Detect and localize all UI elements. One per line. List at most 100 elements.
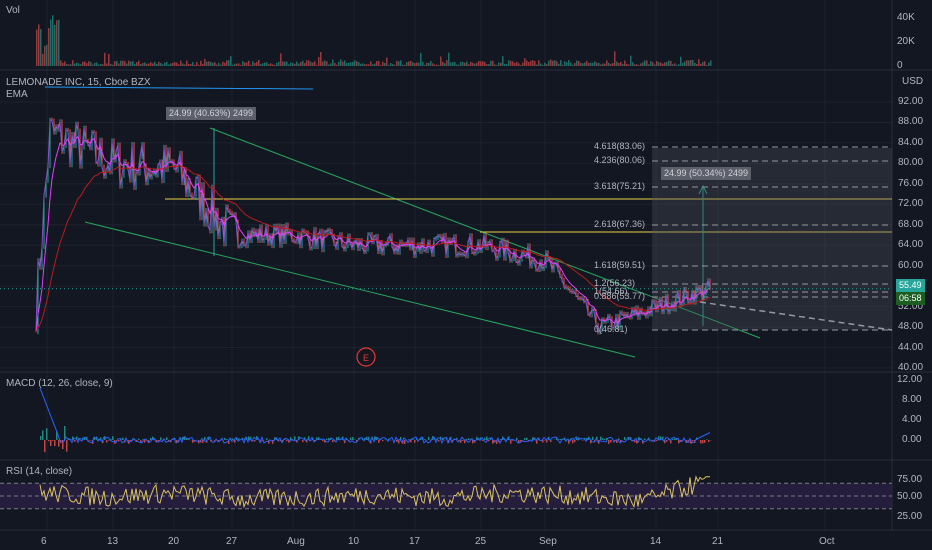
volume-bar bbox=[174, 62, 176, 66]
volume-bar bbox=[682, 62, 684, 66]
price-axis-label: 44.00 bbox=[898, 341, 924, 353]
macd-bar bbox=[122, 437, 124, 440]
volume-bar bbox=[588, 62, 590, 66]
volume-bar bbox=[282, 61, 284, 66]
macd-bar bbox=[350, 437, 352, 440]
time-axis-label: 14 bbox=[650, 536, 662, 547]
macd-bar bbox=[692, 440, 694, 442]
volume-bar bbox=[436, 64, 438, 66]
volume-bar bbox=[668, 60, 670, 66]
volume-bar bbox=[90, 61, 92, 66]
macd-bar bbox=[526, 437, 528, 440]
volume-bar bbox=[616, 61, 618, 66]
volume-bar bbox=[136, 62, 138, 66]
volume-bar bbox=[262, 63, 264, 66]
volume-bar bbox=[428, 62, 430, 66]
volume-bar bbox=[268, 64, 270, 66]
volume-bar bbox=[300, 62, 302, 66]
volume-bar bbox=[516, 61, 518, 66]
volume-bar bbox=[442, 61, 444, 66]
volume-bar bbox=[258, 60, 260, 66]
volume-bar bbox=[80, 64, 82, 66]
volume-bar bbox=[246, 62, 248, 66]
macd-title[interactable]: MACD (12, 26, close, 9) bbox=[6, 378, 113, 389]
volume-bar bbox=[222, 61, 224, 66]
volume-bar bbox=[190, 64, 192, 66]
macd-bar bbox=[48, 440, 50, 442]
macd-bar bbox=[90, 440, 92, 441]
volume-bar bbox=[700, 63, 702, 66]
macd-bar bbox=[610, 440, 612, 443]
volume-bar bbox=[454, 61, 456, 66]
volume-bar bbox=[256, 61, 258, 66]
volume-bar bbox=[188, 63, 190, 66]
volume-bar bbox=[508, 60, 510, 66]
volume-bar bbox=[36, 29, 38, 67]
fib-level-label: 3.618(75.21) bbox=[594, 181, 646, 191]
volume-bar bbox=[314, 61, 316, 66]
symbol-title[interactable]: LEMONADE INC, 15, Cboe BZX bbox=[6, 77, 151, 88]
macd-bar bbox=[378, 440, 380, 443]
macd-bar bbox=[144, 440, 146, 443]
volume-bar bbox=[618, 62, 620, 66]
volume-bar bbox=[546, 64, 548, 66]
volume-bar bbox=[504, 63, 506, 66]
earnings-marker[interactable]: E bbox=[356, 347, 376, 367]
volume-bar bbox=[264, 62, 266, 66]
volume-bar bbox=[206, 61, 208, 66]
volume-bar bbox=[594, 61, 596, 66]
volume-bar bbox=[272, 64, 274, 66]
measure-label-1[interactable]: 24.99 (40.63%) 2499 bbox=[166, 107, 257, 120]
volume-bar bbox=[254, 62, 256, 66]
volume-bar bbox=[392, 64, 394, 66]
volume-bar bbox=[540, 63, 542, 66]
volume-bar bbox=[144, 62, 146, 66]
fib-level-label: 4.618(83.06) bbox=[594, 141, 646, 151]
volume-bar bbox=[344, 60, 346, 66]
volume-bar bbox=[340, 59, 342, 66]
volume-bar bbox=[524, 58, 526, 66]
volume-bar bbox=[100, 63, 102, 66]
volume-bar bbox=[656, 61, 658, 66]
volume-bar bbox=[374, 63, 376, 66]
macd-bar bbox=[322, 440, 324, 442]
macd-bar bbox=[546, 440, 548, 443]
macd-bar bbox=[404, 440, 406, 444]
volume-bar bbox=[636, 64, 638, 66]
volume-bar bbox=[196, 61, 198, 66]
volume-bar bbox=[584, 62, 586, 66]
volume-bar bbox=[162, 64, 164, 66]
volume-bar bbox=[376, 61, 378, 66]
volume-bar bbox=[474, 63, 476, 66]
volume-bar bbox=[114, 61, 116, 66]
volume-bar bbox=[124, 61, 126, 66]
macd-axis-label: 12.00 bbox=[897, 374, 923, 385]
volume-bar bbox=[96, 62, 98, 66]
volume-bar bbox=[638, 64, 640, 66]
volume-bar bbox=[342, 61, 344, 66]
macd-bar bbox=[708, 440, 710, 443]
volume-bar bbox=[578, 60, 580, 66]
price-axis-label: 72.00 bbox=[898, 198, 924, 210]
price-axis-label: 60.00 bbox=[898, 259, 924, 271]
rsi-title[interactable]: RSI (14, close) bbox=[6, 466, 72, 477]
volume-bar bbox=[490, 60, 492, 66]
volume-bar bbox=[200, 60, 202, 66]
measure-label-2[interactable]: 24.99 (50.34%) 2499 bbox=[661, 167, 752, 180]
volume-bar bbox=[194, 64, 196, 66]
volume-bar bbox=[688, 60, 690, 66]
macd-bar bbox=[582, 440, 584, 441]
volume-bar bbox=[234, 63, 236, 66]
volume-bar bbox=[458, 64, 460, 66]
volume-bar bbox=[394, 64, 396, 66]
volume-bar bbox=[658, 62, 660, 66]
time-axis-label: 27 bbox=[226, 536, 238, 547]
volume-bar bbox=[286, 61, 288, 66]
volume-bar bbox=[134, 63, 136, 66]
volume-bar bbox=[182, 63, 184, 66]
vol-axis-label: 40K bbox=[897, 12, 915, 23]
ema-indicator-label[interactable]: EMA bbox=[6, 89, 28, 100]
volume-bar bbox=[312, 62, 314, 66]
volume-bars bbox=[36, 15, 712, 67]
chart-drawings[interactable] bbox=[44, 86, 893, 358]
